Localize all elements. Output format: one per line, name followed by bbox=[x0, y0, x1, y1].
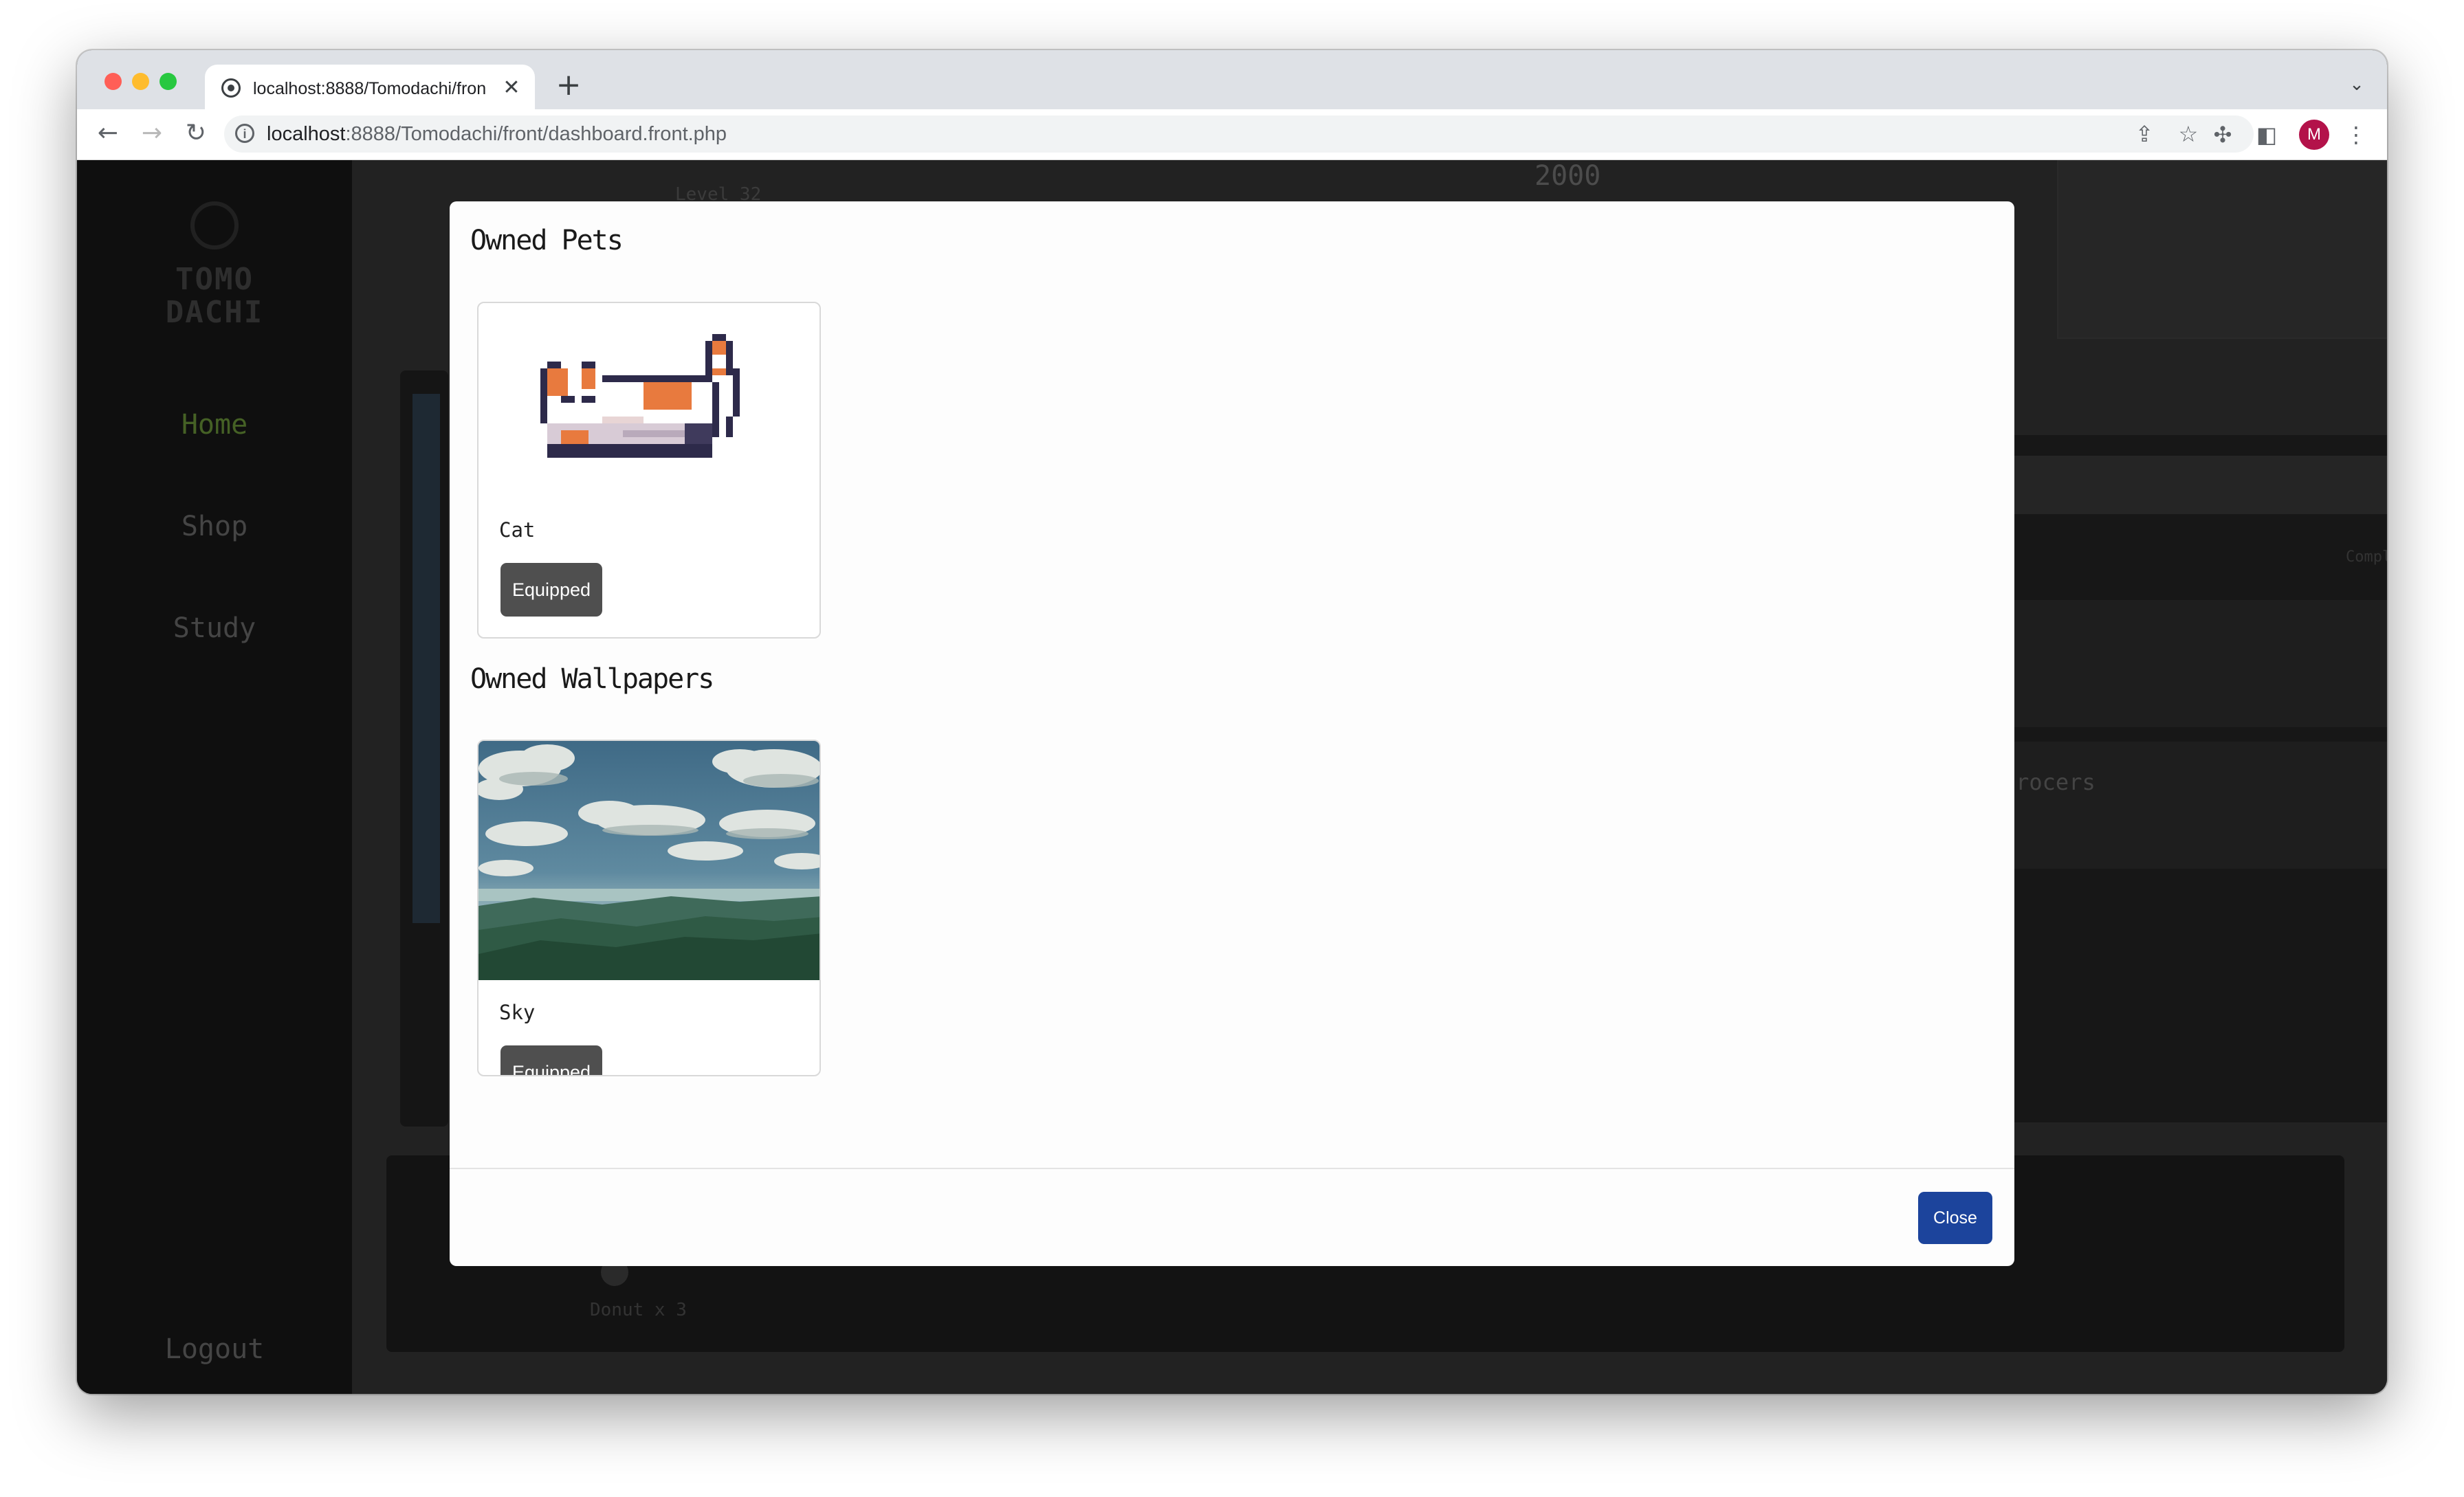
wallpaper-name: Sky bbox=[499, 1001, 536, 1024]
pet-equipped-button[interactable]: Equipped bbox=[500, 563, 602, 617]
cat-sprite bbox=[540, 334, 740, 458]
close-button[interactable]: Close bbox=[1918, 1192, 1992, 1244]
browser-tab[interactable]: localhost:8888/Tomodachi/fron ✕ bbox=[205, 65, 535, 111]
tab-strip: localhost:8888/Tomodachi/fron ✕ + ⌄ bbox=[77, 50, 2387, 111]
new-tab-icon[interactable]: + bbox=[551, 68, 586, 102]
side-panel-icon[interactable]: ◧ bbox=[2251, 119, 2282, 151]
maximize-window-button[interactable] bbox=[160, 73, 177, 90]
info-icon[interactable]: i bbox=[235, 124, 254, 143]
browser-window: localhost:8888/Tomodachi/fron ✕ + ⌄ ← → … bbox=[77, 50, 2387, 1394]
forward-arrow-icon[interactable]: → bbox=[135, 116, 169, 151]
back-arrow-icon[interactable]: ← bbox=[91, 116, 125, 151]
url-host: localhost bbox=[267, 123, 346, 145]
address-bar[interactable]: i localhost:8888/Tomodachi/front/dashboa… bbox=[224, 115, 2254, 153]
reload-icon[interactable]: ↻ bbox=[179, 116, 213, 151]
tab-title: localhost:8888/Tomodachi/fron bbox=[253, 79, 487, 98]
url-path: :8888/Tomodachi/front/dashboard.front.ph… bbox=[345, 123, 727, 145]
bookmark-star-icon[interactable]: ☆ bbox=[2172, 118, 2204, 150]
modal-footer: Close bbox=[450, 1168, 2014, 1266]
owned-pets-title: Owned Pets bbox=[470, 225, 624, 256]
minimize-window-button[interactable] bbox=[132, 73, 149, 90]
browser-toolbar: ← → ↻ i localhost:8888/Tomodachi/front/d… bbox=[77, 109, 2387, 160]
tab-close-icon[interactable]: ✕ bbox=[499, 74, 524, 102]
wallpaper-card: Sky Equipped bbox=[477, 740, 821, 1076]
pet-card: Cat Equipped bbox=[477, 302, 821, 639]
profile-avatar[interactable]: M bbox=[2299, 120, 2329, 150]
wallpaper-equipped-button[interactable]: Equipped bbox=[500, 1045, 602, 1075]
globe-icon bbox=[221, 78, 241, 98]
chevron-down-icon[interactable]: ⌄ bbox=[2343, 71, 2370, 98]
share-icon[interactable]: ⇪ bbox=[2128, 118, 2160, 150]
sky-wallpaper-image bbox=[478, 741, 820, 980]
owned-wallpapers-title: Owned Wallpapers bbox=[470, 663, 714, 695]
url-text[interactable]: localhost:8888/Tomodachi/front/dashboard… bbox=[267, 121, 1229, 147]
extensions-icon[interactable]: ✣ bbox=[2207, 119, 2238, 151]
inventory-modal: Owned Pets Cat Equipped Owned Wallpapers… bbox=[450, 201, 2014, 1266]
more-menu-icon[interactable]: ⋮ bbox=[2340, 119, 2372, 151]
pet-name: Cat bbox=[499, 518, 536, 542]
close-window-button[interactable] bbox=[104, 73, 122, 90]
